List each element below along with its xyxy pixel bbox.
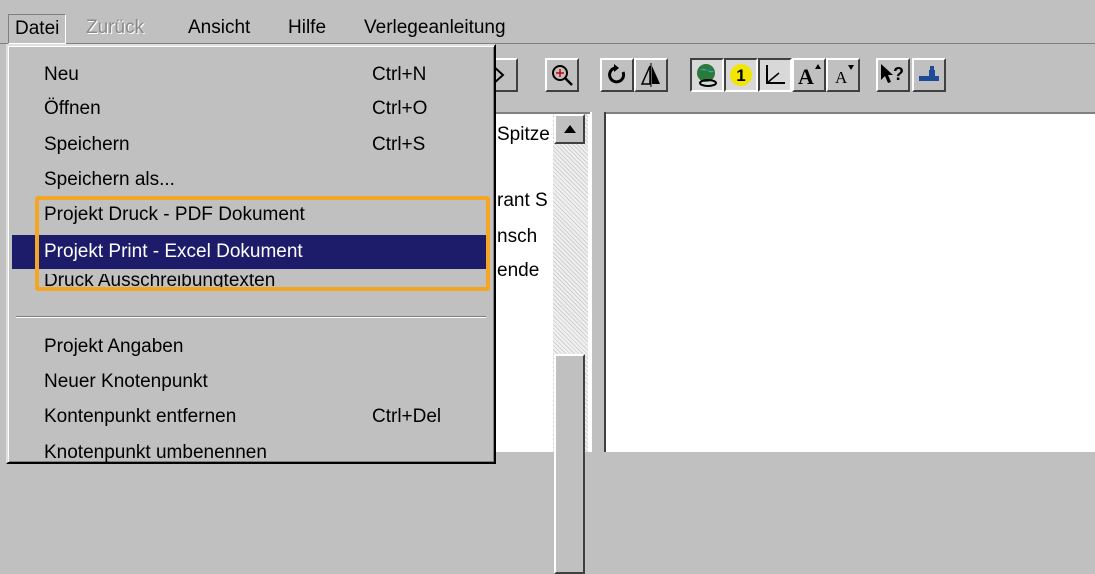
menu-item-druck-ausschreibungtexten[interactable]: Druck Ausschreibungtexten <box>12 274 490 296</box>
zoom-icon <box>552 65 573 86</box>
menu-item-label: Druck Ausschreibungtexten <box>44 274 276 291</box>
menu-zurueck: Zurück <box>86 17 145 38</box>
font-smaller-icon: A <box>835 65 854 87</box>
zoom-button[interactable] <box>545 58 579 92</box>
axes-icon <box>766 65 785 84</box>
mirror-icon <box>640 63 660 87</box>
font-larger-text: A <box>798 64 814 88</box>
menu-item-speichern[interactable]: Speichern Ctrl+S <box>12 128 490 162</box>
font-smaller-button[interactable]: A <box>826 58 860 92</box>
menu-item-neu[interactable]: Neu Ctrl+N <box>12 58 490 92</box>
globe-link-button[interactable] <box>690 58 724 92</box>
number-one-button[interactable]: 1 <box>724 58 758 92</box>
number-badge-text: 1 <box>736 66 745 85</box>
list-item[interactable]: ende <box>497 260 539 282</box>
tool-icon <box>919 66 939 81</box>
help-pointer-button[interactable]: ? <box>876 58 910 92</box>
menu-bar: Datei Zurück Ansicht Hilfe Verlegeanleit… <box>0 0 1095 44</box>
menu-item-projekt-angaben[interactable]: Projekt Angaben <box>12 330 490 364</box>
rotate-icon <box>608 64 626 84</box>
menu-item-shortcut: Ctrl+N <box>372 64 427 85</box>
mirror-button[interactable] <box>634 58 668 92</box>
menu-item-label: Speichern <box>44 134 130 155</box>
panel-splitter[interactable] <box>590 112 606 452</box>
list-item[interactable]: Spitze <box>497 124 550 146</box>
globe-link-icon <box>697 64 717 87</box>
menu-item-label: Neu <box>44 64 79 85</box>
file-menu-dropdown: Neu Ctrl+N Öffnen Ctrl+O Speichern Ctrl+… <box>6 44 496 464</box>
menu-item-oeffnen[interactable]: Öffnen Ctrl+O <box>12 92 490 126</box>
menu-item-label: Projekt Druck - PDF Dokument <box>44 204 305 225</box>
vertical-scrollbar[interactable] <box>553 114 588 574</box>
font-smaller-text: A <box>835 68 848 87</box>
menu-ansicht[interactable]: Ansicht <box>182 14 256 42</box>
menu-item-knotenpunkt-umbenennen[interactable]: Knotenpunkt umbenennen <box>12 436 490 470</box>
font-larger-icon: A <box>798 64 821 88</box>
menu-datei[interactable]: Datei <box>8 14 67 44</box>
yellow-number-icon: 1 <box>730 64 752 86</box>
menu-item-label: Speichern als... <box>44 169 175 190</box>
arrow-up-icon <box>563 125 576 133</box>
menu-item-label: Projekt Angaben <box>44 336 184 357</box>
menu-verlegeanleitung[interactable]: Verlegeanleitung <box>358 14 512 42</box>
menu-item-projekt-druck-pdf[interactable]: Projekt Druck - PDF Dokument <box>12 198 490 232</box>
tool-button[interactable] <box>912 58 946 92</box>
menu-item-shortcut: Ctrl+Del <box>372 406 442 427</box>
menu-hilfe[interactable]: Hilfe <box>282 14 332 42</box>
menu-item-shortcut: Ctrl+O <box>372 98 428 119</box>
help-pointer-icon: ? <box>881 64 904 84</box>
scroll-up-button[interactable] <box>554 114 585 144</box>
axes-button[interactable] <box>758 58 792 92</box>
list-item[interactable]: rant S <box>497 190 548 212</box>
scroll-thumb[interactable] <box>554 354 585 574</box>
menu-item-kontenpunkt-entfernen[interactable]: Kontenpunkt entfernen Ctrl+Del <box>12 400 490 434</box>
menu-item-label: Neuer Knotenpunkt <box>44 371 208 392</box>
help-pointer-text: ? <box>893 64 904 84</box>
menu-item-label: Kontenpunkt entfernen <box>44 406 237 427</box>
menu-separator <box>16 316 486 318</box>
font-larger-button[interactable]: A <box>792 58 826 92</box>
menu-item-neuer-knotenpunkt[interactable]: Neuer Knotenpunkt <box>12 365 490 399</box>
drawing-canvas[interactable] <box>606 112 1095 452</box>
list-item[interactable]: nsch <box>497 226 537 248</box>
menu-item-shortcut: Ctrl+S <box>372 134 426 155</box>
rotate-button[interactable] <box>600 58 634 92</box>
menu-item-label: Öffnen <box>44 98 101 119</box>
menu-item-label: Projekt Print - Excel Dokument <box>44 241 303 262</box>
menu-item-projekt-print-excel[interactable]: Projekt Print - Excel Dokument <box>12 235 490 269</box>
menu-item-label: Knotenpunkt umbenennen <box>44 442 267 463</box>
menu-item-speichern-als[interactable]: Speichern als... <box>12 163 490 197</box>
